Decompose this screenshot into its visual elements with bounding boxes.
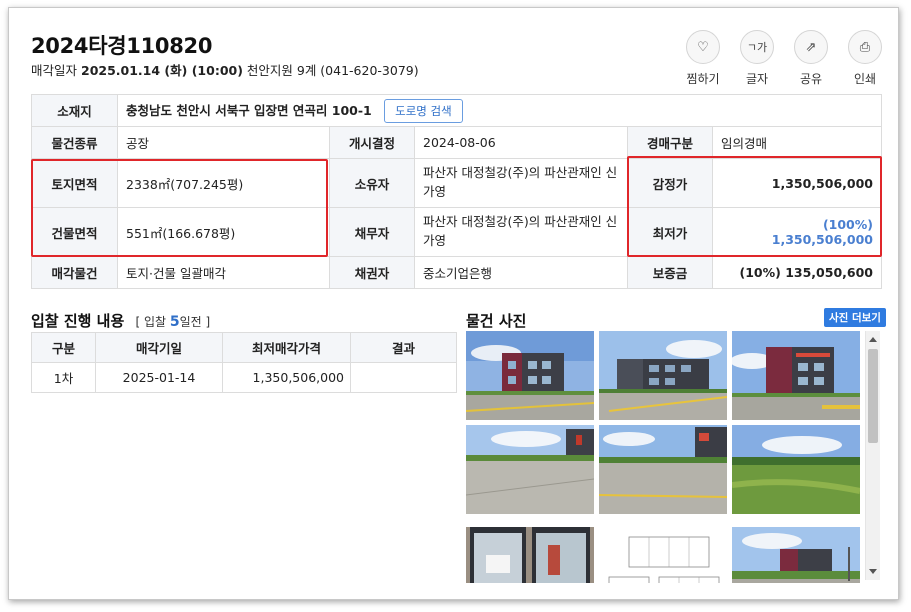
font-size-label: 글자	[745, 72, 769, 86]
scroll-up-icon[interactable]	[869, 337, 877, 342]
bid-table: 구분 매각기일 최저매각가격 결과 1차 2025-01-14 1,350,50…	[31, 332, 457, 393]
sale-item-value: 토지·건물 일괄매각	[117, 256, 330, 289]
type-label: 물건종류	[31, 126, 118, 159]
owner-label: 소유자	[329, 158, 415, 208]
bid-days-left: [ 입찰 5일전 ]	[135, 314, 211, 330]
creditor-value: 중소기업은행	[414, 256, 628, 289]
property-photo-9[interactable]	[732, 527, 860, 583]
sale-item-label: 매각물건	[31, 256, 118, 289]
bid-date: 2025-01-14	[95, 362, 223, 393]
favorite-label: 찜하기	[686, 72, 720, 86]
font-size-icon: ㄱ가	[740, 30, 774, 64]
location-cell: 충청남도 천안시 서북구 입장면 연곡리 100-1 도로명 검색	[117, 94, 882, 127]
property-photo-7[interactable]	[466, 527, 594, 583]
share-label: 공유	[799, 72, 823, 86]
bid-title: 입찰 진행 내용	[31, 312, 125, 330]
type-value: 공장	[117, 126, 330, 159]
debtor-label: 채무자	[329, 207, 415, 257]
property-photo-2[interactable]	[599, 331, 727, 420]
bid-header-date: 매각기일	[95, 332, 223, 363]
property-photo-8[interactable]	[599, 527, 727, 583]
more-photos-button[interactable]: 사진 더보기	[824, 308, 886, 327]
photo-grid	[466, 331, 862, 583]
bid-section-title: 입찰 진행 내용 [ 입찰 5일전 ]	[31, 310, 210, 331]
property-photo-3[interactable]	[732, 331, 860, 420]
photo-scrollbar[interactable]	[865, 331, 880, 580]
land-area-value: 2338㎡(707.245평)	[117, 158, 330, 208]
share-button[interactable]: ⇗ 공유	[794, 30, 828, 87]
building-area-value: 551㎡(166.678평)	[117, 207, 330, 257]
property-info-table: 소재지 충청남도 천안시 서북구 입장면 연곡리 100-1 도로명 검색 물건…	[31, 94, 882, 289]
favorite-button[interactable]: ♡ 찜하기	[686, 30, 720, 87]
table-row: 1차 2025-01-14 1,350,506,000	[31, 362, 457, 393]
deposit-value: (10%) 135,050,600	[712, 256, 882, 289]
scroll-down-icon[interactable]	[869, 569, 877, 574]
bid-days: 5	[169, 314, 180, 330]
building-area-label: 건물면적	[31, 207, 118, 257]
print-label: 인쇄	[853, 72, 877, 86]
bid-result	[350, 362, 457, 393]
property-photo-4[interactable]	[466, 425, 594, 514]
deposit-label: 보증금	[627, 256, 713, 289]
print-icon: ⎙	[848, 30, 882, 64]
heart-icon: ♡	[686, 30, 720, 64]
land-area-label: 토지면적	[31, 158, 118, 208]
bid-header-round: 구분	[31, 332, 96, 363]
property-photo-5[interactable]	[599, 425, 727, 514]
start-label: 개시결정	[329, 126, 415, 159]
creditor-label: 채권자	[329, 256, 415, 289]
sale-date: 2025.01.14 (화) (10:00)	[81, 63, 243, 78]
share-icon: ⇗	[794, 30, 828, 64]
property-photo-1[interactable]	[466, 331, 594, 420]
bid-round: 1차	[31, 362, 96, 393]
bid-sub-suffix: 일전 ]	[179, 315, 211, 329]
photos-title: 물건 사진	[466, 312, 527, 330]
bid-header-result: 결과	[350, 332, 457, 363]
location-label: 소재지	[31, 94, 118, 127]
sale-info: 매각일자 2025.01.14 (화) (10:00) 천안지원 9계 (041…	[31, 60, 419, 79]
action-bar: ♡ 찜하기 ㄱ가 글자 ⇗ 공유 ⎙ 인쇄	[686, 30, 882, 87]
road-search-button[interactable]: 도로명 검색	[384, 98, 463, 123]
start-value: 2024-08-06	[414, 126, 628, 159]
min-price-value: (100%) 1,350,506,000	[712, 207, 882, 257]
location-value: 충청남도 천안시 서북구 입장면 연곡리 100-1	[126, 102, 372, 118]
bid-header-price: 최저매각가격	[222, 332, 351, 363]
owner-value: 파산자 대정철강(주)의 파산관재인 신가영	[414, 158, 628, 208]
scroll-thumb[interactable]	[868, 349, 878, 443]
appraisal-value: 1,350,506,000	[712, 158, 882, 208]
bid-sub-prefix: [ 입찰	[135, 315, 170, 329]
font-size-button[interactable]: ㄱ가 글자	[740, 30, 774, 87]
auction-type-value: 임의경매	[712, 126, 882, 159]
sale-date-label: 매각일자	[31, 63, 78, 78]
print-button[interactable]: ⎙ 인쇄	[848, 30, 882, 87]
auction-detail-panel: 2024타경110820 매각일자 2025.01.14 (화) (10:00)…	[8, 7, 899, 600]
debtor-value: 파산자 대정철강(주)의 파산관재인 신가영	[414, 207, 628, 257]
case-number: 2024타경110820	[31, 34, 213, 58]
min-price-label: 최저가	[627, 207, 713, 257]
auction-type-label: 경매구분	[627, 126, 713, 159]
court-info: 천안지원 9계 (041-620-3079)	[246, 63, 419, 78]
bid-price: 1,350,506,000	[222, 362, 351, 393]
appraisal-label: 감정가	[627, 158, 713, 208]
property-photo-6[interactable]	[732, 425, 860, 514]
